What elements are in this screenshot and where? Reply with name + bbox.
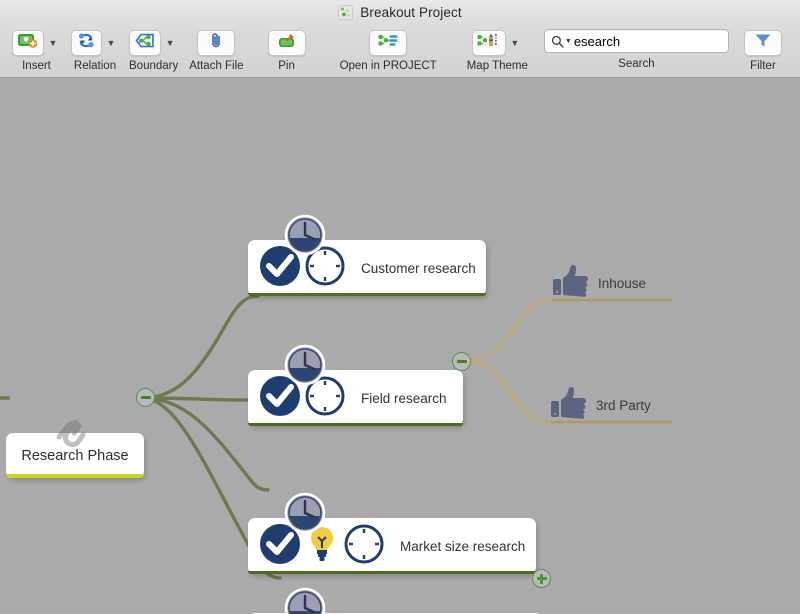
boundary-icon — [134, 32, 156, 54]
node-customer-research[interactable]: Customer research — [248, 214, 486, 296]
branch-node-label: Inhouse — [598, 276, 647, 291]
boundary-dropdown-caret-icon[interactable]: ▼ — [162, 30, 178, 56]
toolbar-group-pin[interactable]: Pin — [267, 29, 306, 77]
market-size-research-expand-knob[interactable] — [532, 569, 551, 588]
root-node[interactable]: Research Phase — [6, 419, 144, 478]
node-label: Customer research — [361, 260, 476, 276]
pushpin-icon — [277, 32, 297, 54]
insert-button[interactable] — [12, 29, 44, 56]
clock-progress-badge-icon — [284, 214, 326, 256]
toolbar-group-search[interactable]: ▼ ✕ Search — [543, 29, 764, 77]
branch-node-inhouse[interactable]: Inhouse — [551, 263, 646, 304]
attach-file-button[interactable] — [197, 29, 236, 56]
clock-progress-badge-icon — [284, 344, 326, 386]
open-in-project-label: Open in PROJECT — [339, 60, 437, 72]
clock-progress-badge-icon — [284, 492, 326, 534]
node-underline — [248, 423, 463, 426]
branch-node-label: 3rd Party — [596, 398, 651, 413]
node-field-research[interactable]: Field research — [248, 344, 463, 426]
thumbs-up-icon — [549, 385, 589, 426]
node-label: Market size research — [400, 538, 526, 554]
map-theme-button[interactable] — [471, 29, 506, 56]
mindmap-canvas[interactable]: Research Phase Customer research Field r… — [0, 78, 800, 614]
root-collapse-knob[interactable] — [136, 388, 155, 407]
search-scope-caret-icon[interactable]: ▼ — [565, 38, 572, 45]
toolbar-group-relation[interactable]: ▼ Relation — [71, 29, 119, 77]
open-in-project-button[interactable] — [369, 29, 408, 56]
toolbar-group-attach-file[interactable]: Attach File — [189, 29, 244, 77]
chain-link-icon — [46, 413, 98, 448]
pin-button[interactable] — [267, 29, 306, 56]
boundary-button[interactable] — [129, 29, 162, 56]
search-label: Search — [618, 58, 655, 70]
open-in-project-icon — [377, 32, 399, 54]
field-research-collapse-knob[interactable] — [452, 352, 471, 371]
relation-label: Relation — [73, 60, 117, 72]
node-underline — [248, 293, 486, 296]
toolbar-group-insert[interactable]: ▼ Insert — [12, 29, 61, 77]
relation-dropdown-caret-icon[interactable]: ▼ — [103, 30, 119, 56]
node-market-size-research[interactable]: Market size research — [248, 492, 536, 574]
map-theme-icon — [477, 32, 501, 54]
search-input[interactable] — [573, 33, 750, 49]
attach-file-label: Attach File — [189, 60, 244, 72]
funnel-filter-icon — [754, 32, 772, 53]
insert-node-icon — [17, 32, 39, 54]
toolbar-group-map-theme[interactable]: ▼ Map Theme — [467, 29, 528, 77]
pin-label: Pin — [278, 60, 295, 72]
toolbar-group-boundary[interactable]: ▼ Boundary — [129, 29, 178, 77]
toolbar-group-filter[interactable]: Filter — [743, 29, 782, 77]
root-node-label: Research Phase — [21, 447, 129, 464]
map-theme-dropdown-caret-icon[interactable]: ▼ — [507, 30, 523, 56]
root-node-underline — [6, 474, 144, 478]
toolbar-group-open-in-project[interactable]: Open in PROJECT — [340, 29, 437, 77]
map-theme-label: Map Theme — [466, 60, 528, 72]
minus-icon — [140, 396, 151, 399]
search-magnifier-icon[interactable] — [551, 35, 564, 48]
paperclip-icon — [208, 32, 224, 54]
window-title: Breakout Project — [360, 5, 462, 20]
filter-label: Filter — [750, 60, 776, 72]
main-toolbar: ▼ Insert ▼ Relation ▼ Boundary Attach Fi… — [0, 25, 800, 78]
relation-button[interactable] — [71, 29, 102, 56]
search-field[interactable]: ▼ ✕ — [543, 29, 764, 53]
clock-icon — [342, 522, 386, 571]
window-titlebar: Breakout Project — [0, 0, 800, 25]
boundary-label: Boundary — [129, 60, 179, 72]
branch-node-3rd-party[interactable]: 3rd Party — [549, 385, 651, 426]
insert-label: Insert — [22, 60, 51, 72]
relation-arrows-icon — [77, 32, 97, 54]
thumbs-up-icon — [551, 263, 591, 304]
plus-icon-vertical — [540, 573, 543, 584]
filter-button[interactable] — [743, 29, 782, 56]
node-label: Field research — [361, 390, 447, 406]
node-underline — [248, 571, 536, 574]
mindmap-doc-icon — [338, 5, 354, 20]
clock-progress-badge-icon — [284, 587, 326, 614]
minus-icon — [456, 360, 467, 363]
insert-dropdown-caret-icon[interactable]: ▼ — [45, 30, 61, 56]
